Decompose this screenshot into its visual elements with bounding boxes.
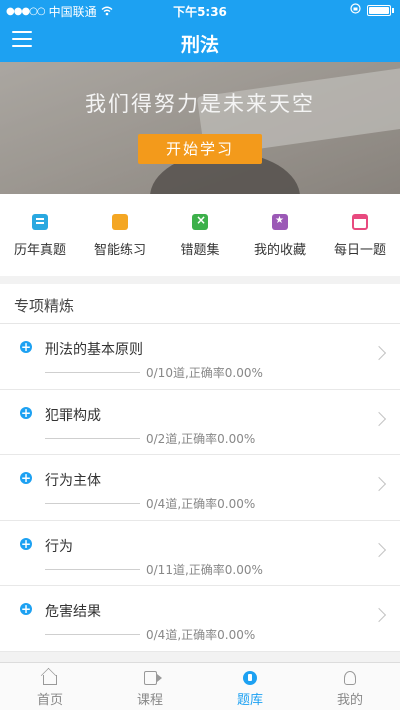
wrong-questions-icon [192,213,208,230]
chevron-right-icon [371,476,387,492]
home-icon [43,675,57,685]
favorites-icon [272,214,288,230]
topic-stat: 0/11道,正确率0.00% [146,562,263,577]
tab-courses[interactable]: 课程 [100,663,200,710]
tab-bar: 首页 课程 题库 我的 [0,662,400,710]
quick-action-past-papers[interactable]: 历年真题 [0,194,80,276]
nav-bar: 刑法 [0,20,400,62]
section-header: 专项精炼 [0,284,400,324]
video-icon [143,671,162,685]
topic-row[interactable]: + 行为 0/11道,正确率0.00% [0,521,400,586]
topic-stat: 0/2道,正确率0.00% [146,431,256,446]
topic-stat: 0/4道,正确率0.00% [146,628,256,642]
topic-stat: 0/10道,正确率0.00% [146,366,263,380]
past-papers-icon [32,214,48,230]
topic-name: 危害结果 [45,604,101,620]
quick-actions: 历年真题 智能练习 错题集 我的收藏 每日一题 [0,194,400,276]
progress-bar [45,372,140,373]
section-title: 专项精炼 [14,297,75,315]
smart-practice-icon [112,214,128,230]
progress-bar [45,568,140,570]
topic-name: 行为主体 [45,473,101,489]
tab-question-bank[interactable]: 题库 [200,663,300,710]
topic-stat: 0/4道,正确率0.00% [146,497,256,511]
progress-bar [45,437,140,439]
user-icon [344,671,356,685]
chevron-right-icon [371,542,387,557]
topic-list: + 刑法的基本原则 0/10道,正确率0.00% + 犯罪构成 0/2道,正确率… [0,324,400,652]
chevron-right-icon [371,607,387,623]
progress-bar [45,503,140,504]
quick-action-favorites[interactable]: 我的收藏 [240,194,320,276]
status-bar: ●●●○○ 中国联通 下午5:36 [0,0,400,20]
status-time: 下午5:36 [173,5,227,19]
expand-plus-icon[interactable]: + [20,406,32,419]
expand-plus-icon[interactable]: + [20,341,32,353]
tab-profile[interactable]: 我的 [300,663,400,710]
page-title: 刑法 [180,34,219,56]
progress-bar [45,634,140,635]
daily-question-icon [352,214,368,230]
topic-row[interactable]: + 危害结果 0/4道,正确率0.00% [0,586,400,652]
expand-plus-icon[interactable]: + [20,472,32,484]
question-bank-icon [243,671,257,685]
topic-row[interactable]: + 犯罪构成 0/2道,正确率0.00% [0,390,400,455]
banner-slogan: 我们得努力是未来天空 [85,92,315,116]
quick-action-wrong-questions[interactable]: 错题集 [160,194,240,276]
chevron-right-icon [371,345,387,361]
topic-name: 刑法的基本原则 [45,342,143,358]
quick-action-daily-question[interactable]: 每日一题 [320,194,400,276]
topic-row[interactable]: + 刑法的基本原则 0/10道,正确率0.00% [0,324,400,390]
orientation-lock-icon [350,3,361,17]
start-learning-button[interactable]: 开始学习 [138,134,262,164]
topic-name: 行为 [45,538,73,555]
quick-action-smart-practice[interactable]: 智能练习 [80,194,160,276]
expand-plus-icon[interactable]: + [20,537,32,550]
banner: 我们得努力是未来天空 开始学习 [0,62,400,194]
topic-name: 犯罪构成 [45,407,101,424]
tab-home[interactable]: 首页 [0,663,100,710]
topic-row[interactable]: + 行为主体 0/4道,正确率0.00% [0,455,400,521]
battery-icon [367,4,391,16]
expand-plus-icon[interactable]: + [20,603,32,615]
chevron-right-icon [371,411,387,426]
